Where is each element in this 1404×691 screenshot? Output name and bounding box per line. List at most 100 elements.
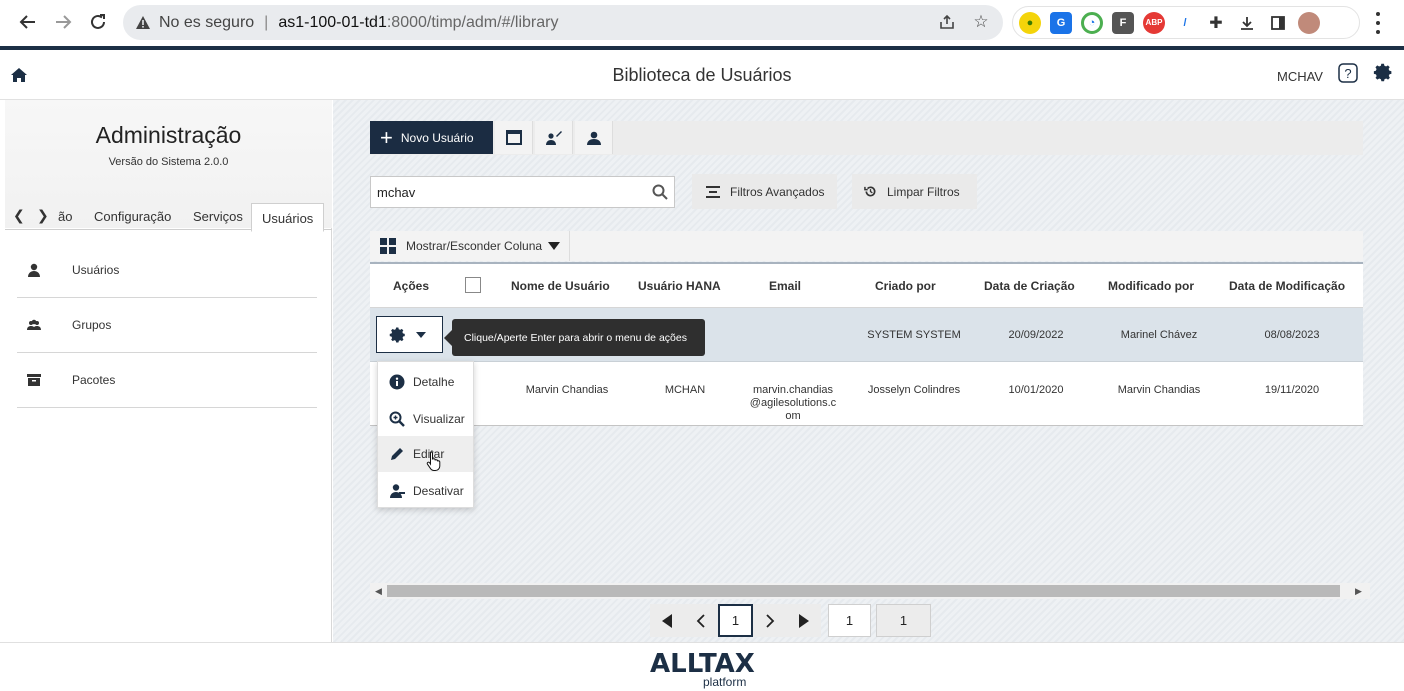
scroll-left-icon[interactable]: ◀	[375, 586, 382, 597]
puzzle-icon[interactable]: ✚	[1205, 12, 1227, 34]
user-edit-icon	[545, 130, 562, 145]
menu-item-editar[interactable]: Editar	[378, 436, 473, 472]
side-panel-icon[interactable]	[1267, 12, 1289, 34]
clear-filters-label: Limpar Filtros	[887, 184, 960, 199]
window-view-button[interactable]	[495, 121, 533, 154]
prev-page-button[interactable]	[684, 604, 718, 637]
current-user[interactable]: MCHAV	[1277, 69, 1323, 84]
profile-avatar-icon[interactable]	[1298, 11, 1320, 34]
column-header-criado-por[interactable]: Criado por	[875, 279, 936, 293]
gear-icon	[389, 327, 405, 342]
search-box	[370, 176, 675, 208]
download-icon[interactable]	[1236, 12, 1258, 34]
user-icon	[586, 131, 601, 145]
back-button[interactable]	[14, 8, 42, 36]
url-separator: |	[264, 13, 269, 31]
package-icon	[27, 374, 41, 386]
forward-button[interactable]	[49, 8, 77, 36]
column-header-modificado-por[interactable]: Modificado por	[1108, 279, 1194, 293]
tab-configuracao[interactable]: Configuração	[94, 209, 171, 224]
extension-icon-4[interactable]: F	[1112, 11, 1134, 34]
tabs-prev-chevron-icon[interactable]: ❮	[13, 207, 25, 224]
next-page-button[interactable]	[753, 604, 787, 637]
column-header-email[interactable]: Email	[769, 279, 801, 293]
browser-menu-icon[interactable]	[1366, 10, 1390, 36]
actions-tooltip: Clique/Aperte Enter para abrir o menu de…	[444, 319, 705, 356]
cell-modified-at: 08/08/2023	[1264, 329, 1320, 341]
share-icon[interactable]	[937, 12, 957, 32]
advanced-filters-label: Filtros Avançados	[730, 184, 825, 199]
cell-created-at: 20/09/2022	[1008, 329, 1064, 341]
horizontal-scrollbar[interactable]: ◀ ▶	[370, 583, 1370, 599]
zoom-icon	[388, 410, 406, 428]
main-content: + Novo Usuário Filtros Avançados Limpar …	[333, 100, 1404, 642]
user-icon	[28, 263, 40, 277]
pen-extension-icon[interactable]: /	[1174, 12, 1196, 34]
security-label: No es seguro	[159, 13, 255, 31]
email-line: @agilesolutions.c	[749, 397, 837, 409]
pencil-icon	[388, 445, 406, 463]
search-input[interactable]	[371, 177, 631, 207]
sidebar-item-usuarios[interactable]: Usuários	[17, 243, 317, 298]
scrollbar-thumb[interactable]	[387, 585, 1340, 597]
cell-modified-at: 19/11/2020	[1264, 384, 1320, 396]
menu-item-detalhe[interactable]: Detalhe	[378, 364, 473, 400]
user-edit-button[interactable]	[535, 121, 573, 154]
sidebar-tabs: ❮ ❯ ão Configuração Serviços Usuários	[5, 203, 332, 232]
menu-item-desativar[interactable]: Desativar	[378, 473, 473, 509]
clear-filters-button[interactable]: Limpar Filtros	[852, 174, 977, 209]
tab-usuarios[interactable]: Usuários	[251, 203, 325, 232]
info-icon	[388, 373, 406, 391]
menu-item-label: Desativar	[413, 484, 464, 498]
adblock-icon[interactable]: ABP	[1143, 11, 1165, 34]
tab-partial[interactable]: ão	[58, 209, 72, 224]
column-header-data-modificacao[interactable]: Data de Modificação	[1229, 279, 1345, 293]
url-path: :8000/timp/adm/#/library	[386, 13, 559, 31]
column-toggle-button[interactable]: Mostrar/Esconder Coluna	[370, 231, 570, 261]
sidebar-item-label: Usuários	[72, 263, 120, 277]
sidebar-item-label: Pacotes	[72, 373, 116, 387]
last-page-button[interactable]	[787, 604, 821, 637]
reload-icon	[91, 14, 105, 29]
menu-item-visualizar[interactable]: Visualizar	[378, 401, 473, 437]
user-deactivate-button[interactable]	[575, 121, 613, 154]
extension-icon-1[interactable]: ●	[1019, 11, 1041, 34]
cell-created-by: Josselyn Colindres	[867, 384, 961, 396]
settings-gear-icon[interactable]	[1373, 62, 1394, 83]
column-toggle-label: Mostrar/Esconder Coluna	[406, 239, 543, 253]
grid-options-bar: Mostrar/Esconder Coluna	[370, 231, 1363, 261]
sidebar-item-grupos[interactable]: Grupos	[17, 298, 317, 353]
advanced-filters-button[interactable]: Filtros Avançados	[692, 174, 837, 209]
select-all-checkbox[interactable]	[465, 277, 481, 293]
sidebar-item-pacotes[interactable]: Pacotes	[17, 353, 317, 408]
extension-icon-3[interactable]: ◔	[1081, 11, 1103, 34]
address-bar[interactable]: No es seguro | as1-100-01-td1:8000/timp/…	[123, 5, 1003, 40]
bookmark-star-icon[interactable]: ☆	[971, 12, 991, 32]
column-header-data-criacao[interactable]: Data de Criação	[984, 279, 1075, 293]
svg-text:?: ?	[1344, 66, 1351, 81]
extension-icon-2[interactable]: G	[1050, 11, 1072, 34]
triangle-right-icon	[799, 613, 809, 628]
column-header-nome[interactable]: Nome de Usuário	[511, 279, 610, 293]
first-page-button[interactable]	[650, 604, 684, 637]
actions-menu-button[interactable]	[376, 316, 443, 353]
tabs-next-chevron-icon[interactable]: ❯	[37, 207, 49, 224]
column-header-hana[interactable]: Usuário HANA	[638, 279, 721, 293]
alltax-logo-subtitle: platform	[703, 675, 747, 689]
browser-chrome: No es seguro | as1-100-01-td1:8000/timp/…	[0, 0, 1404, 46]
filter-lines-icon	[706, 185, 720, 198]
tab-servicos[interactable]: Serviços	[193, 209, 243, 224]
app-header: Biblioteca de Usuários MCHAV ?	[0, 50, 1404, 100]
scroll-right-icon[interactable]: ▶	[1355, 586, 1362, 597]
help-icon[interactable]: ?	[1338, 63, 1358, 83]
cell-created-at: 10/01/2020	[1008, 384, 1064, 396]
search-icon[interactable]	[652, 184, 668, 200]
reload-button[interactable]	[84, 8, 112, 36]
current-page[interactable]: 1	[718, 604, 753, 637]
system-version: Versão do Sistema 2.0.0	[108, 156, 229, 168]
extensions-bar: ● G ◔ F ABP / ✚	[1012, 6, 1360, 39]
column-header-acoes: Ações	[393, 279, 430, 293]
table-row[interactable]: Marvin Chandias MCHAN marvin.chandias @a…	[370, 362, 1363, 426]
new-user-button[interactable]: + Novo Usuário	[370, 121, 493, 154]
page-number-input[interactable]: 1	[828, 604, 871, 637]
